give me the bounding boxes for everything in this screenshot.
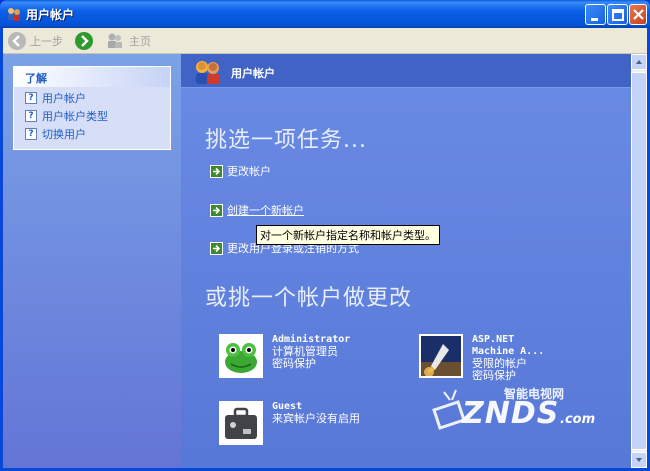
- arrow-down-icon: [636, 458, 642, 462]
- account-type: 来宾帐户没有启用: [272, 412, 360, 425]
- account-name: ASP.NET Machine A...: [472, 334, 545, 357]
- window-title: 用户帐户: [26, 8, 75, 22]
- minimize-button[interactable]: [585, 4, 606, 25]
- scroll-thumb[interactable]: [631, 72, 647, 450]
- banner: 用户帐户: [181, 54, 631, 88]
- znds-watermark: 智能电视网 ZNDS .com: [420, 380, 620, 450]
- green-arrow-icon: [210, 203, 223, 217]
- minimize-icon: [591, 18, 598, 21]
- home-label: 主页: [129, 35, 151, 48]
- users-icon: [8, 8, 20, 21]
- sidebar-item-account-types[interactable]: ? 用户帐户类型: [14, 107, 170, 125]
- sidebar-item-label: 切换用户: [42, 128, 86, 141]
- suitcase-avatar: [219, 401, 263, 445]
- help-icon: ?: [25, 110, 37, 122]
- home-users-icon: [105, 31, 125, 52]
- title-bar: 用户帐户: [0, 0, 650, 28]
- account-aspnet[interactable]: ASP.NET Machine A... 受限的帐户 密码保护: [419, 334, 579, 382]
- learn-about-heading: 了解: [14, 67, 170, 87]
- back-arrow-icon: [8, 32, 26, 50]
- account-status: 密码保护: [272, 357, 316, 370]
- rocket-avatar: [419, 334, 463, 378]
- watermark-brand: ZNDS: [462, 396, 560, 431]
- vertical-scrollbar[interactable]: [631, 54, 647, 468]
- user-accounts-icon: [196, 61, 220, 84]
- green-arrow-icon: [210, 164, 223, 178]
- maximize-icon: [612, 9, 624, 21]
- task-change-account[interactable]: 更改帐户: [210, 163, 271, 179]
- task-label: 更改帐户: [227, 165, 271, 178]
- back-label: 上一步: [30, 35, 63, 48]
- home-button[interactable]: 主页: [105, 31, 151, 51]
- learn-about-panel: 了解 ? 用户帐户 ? 用户帐户类型 ? 切换用户: [13, 66, 171, 150]
- task-label: 创建一个新帐户: [227, 204, 304, 217]
- sidebar-item-label: 用户帐户类型: [42, 110, 108, 123]
- sidebar-item-switch-user[interactable]: ? 切换用户: [14, 125, 170, 143]
- forward-arrow-icon: [75, 32, 93, 50]
- scroll-up-button[interactable]: [631, 54, 647, 70]
- task-create-account[interactable]: 创建一个新帐户: [210, 202, 304, 218]
- frog-avatar: [219, 334, 263, 378]
- forward-button[interactable]: [75, 31, 93, 51]
- pick-account-heading: 或挑一个帐户做更改: [205, 286, 413, 311]
- tooltip: 对一个新帐户指定名称和帐户类型。: [256, 225, 440, 245]
- help-icon: ?: [25, 128, 37, 140]
- green-arrow-icon: [210, 241, 223, 255]
- arrow-up-icon: [636, 60, 642, 64]
- pick-task-heading: 挑选一项任务...: [205, 128, 367, 153]
- watermark-domain: .com: [560, 412, 596, 427]
- scroll-down-button[interactable]: [631, 452, 647, 468]
- back-button[interactable]: 上一步: [8, 31, 63, 51]
- left-pane: 了解 ? 用户帐户 ? 用户帐户类型 ? 切换用户: [3, 54, 181, 468]
- help-icon: ?: [25, 92, 37, 104]
- banner-title: 用户帐户: [231, 67, 275, 80]
- close-button[interactable]: [629, 4, 647, 25]
- sidebar-item-user-accounts[interactable]: ? 用户帐户: [14, 89, 170, 107]
- account-administrator[interactable]: Administrator 计算机管理员 密码保护: [219, 334, 350, 378]
- close-icon: [633, 9, 644, 20]
- account-guest[interactable]: Guest 来宾帐户没有启用: [219, 401, 360, 445]
- maximize-button[interactable]: [607, 4, 628, 25]
- sidebar-item-label: 用户帐户: [42, 92, 86, 105]
- toolbar: 上一步 主页: [3, 28, 647, 54]
